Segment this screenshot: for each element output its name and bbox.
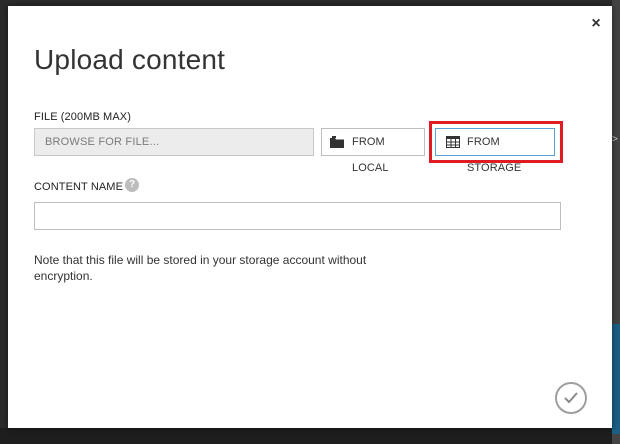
encryption-note: Note that this file will be stored in yo… (34, 253, 367, 283)
file-label: FILE (200MB MAX) (34, 111, 131, 123)
question-mark-icon[interactable]: ? (125, 178, 139, 192)
content-name-input[interactable] (34, 202, 561, 230)
background-right-strip: > (612, 0, 620, 444)
background-command-bar (0, 428, 620, 444)
from-local-button[interactable]: FROM LOCAL (321, 128, 425, 174)
close-button[interactable]: × (586, 14, 606, 34)
table-icon (446, 136, 460, 148)
checkmark-icon (564, 392, 578, 404)
content-name-label: CONTENT NAME (34, 181, 124, 193)
from-local-label: FROM LOCAL (352, 136, 389, 174)
upload-content-dialog: × Upload content FILE (200MB MAX) BROWSE… (8, 6, 612, 428)
from-storage-button[interactable]: FROM STORAGE (435, 128, 555, 174)
from-storage-label: FROM STORAGE (467, 136, 522, 174)
browse-file-field[interactable]: BROWSE FOR FILE... (34, 128, 314, 156)
background-accent (612, 324, 620, 434)
ok-button[interactable] (555, 382, 587, 414)
dialog-title: Upload content (34, 44, 226, 75)
background-glyph: > (612, 134, 618, 145)
folder-icon (330, 136, 344, 148)
close-icon[interactable]: × (591, 15, 600, 32)
